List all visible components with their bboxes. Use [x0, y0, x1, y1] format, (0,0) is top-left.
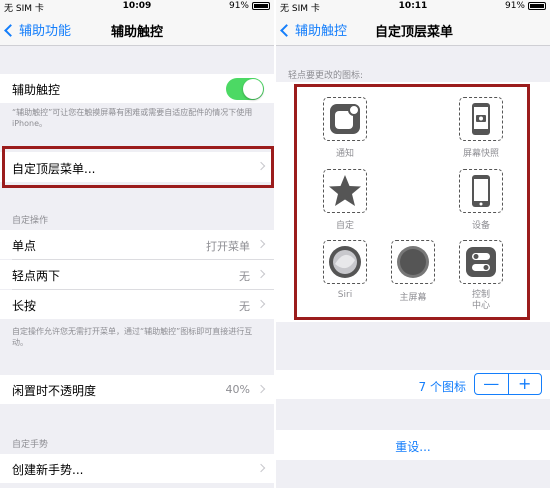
assistive-touch-toggle[interactable]: [226, 78, 264, 100]
assistive-touch-row: 辅助触控: [0, 74, 274, 103]
create-gesture-row[interactable]: 创建新手势...: [0, 454, 274, 483]
page-title: 自定顶层菜单: [374, 25, 453, 40]
reset-button[interactable]: 重设...: [276, 438, 550, 455]
idle-opacity-row[interactable]: 闲置时不透明度 40%: [0, 375, 274, 404]
chevron-right-icon: [256, 299, 266, 309]
icon-count-stepper[interactable]: — +: [474, 373, 542, 395]
single-tap-label: 单点: [12, 239, 37, 253]
status-bar: 无 SIM 卡 10:09 91%: [0, 0, 274, 14]
icon-count-label: 7 个图标: [418, 380, 466, 394]
chevron-right-icon: [256, 384, 266, 394]
battery-icon: [252, 2, 270, 10]
chevron-left-icon: [4, 23, 17, 37]
back-label: 辅助功能: [19, 24, 72, 39]
status-right: 91%: [229, 1, 270, 11]
custom-actions-header: 自定操作: [12, 216, 49, 226]
chevron-right-icon: [256, 269, 266, 279]
nav-bar: 辅助功能 辅助触控: [0, 14, 274, 46]
status-right: 91%: [505, 1, 546, 11]
highlight-box: [294, 84, 530, 320]
assistive-touch-screen: 无 SIM 卡 10:09 91% 辅助功能 辅助触控 辅助触控 “辅助触控”可…: [0, 0, 274, 488]
battery-percent: 91%: [228, 1, 249, 11]
double-tap-label: 轻点两下: [12, 269, 61, 283]
long-press-value: 无: [239, 300, 250, 313]
double-tap-row[interactable]: 轻点两下 无: [0, 260, 274, 289]
back-button[interactable]: 辅助触控: [280, 20, 348, 39]
hint-text: 轻点要更改的图标:: [288, 71, 364, 81]
double-tap-value: 无: [239, 270, 250, 283]
create-gesture-label: 创建新手势...: [12, 463, 84, 477]
single-tap-value: 打开菜单: [206, 240, 250, 253]
status-bar: 无 SIM 卡 10:11 91%: [276, 0, 550, 14]
page-title: 辅助触控: [110, 25, 163, 40]
chevron-right-icon: [256, 239, 266, 249]
increment-button[interactable]: +: [509, 374, 542, 394]
battery-percent: 91%: [504, 1, 525, 11]
idle-opacity-value: 40%: [225, 383, 250, 396]
custom-gestures-header: 自定手势: [12, 440, 49, 450]
reset-row[interactable]: 重设...: [276, 430, 550, 460]
custom-actions-footnote: 自定操作允许您无需打开菜单，通过“辅助触控”图标即可直接进行互动。: [12, 327, 253, 347]
single-tap-row[interactable]: 单点 打开菜单: [0, 230, 274, 259]
long-press-label: 长按: [12, 299, 37, 313]
back-button[interactable]: 辅助功能: [4, 20, 72, 39]
assistive-touch-footnote: “辅助触控”可让您在触摸屏幕有困难或需要自适应配件的情况下使用 iPhone。: [12, 108, 253, 128]
idle-opacity-label: 闲置时不透明度: [12, 384, 97, 398]
chevron-left-icon: [280, 23, 293, 37]
decrement-button[interactable]: —: [475, 374, 509, 394]
chevron-right-icon: [256, 463, 266, 473]
assistive-touch-label: 辅助触控: [12, 83, 61, 97]
highlight-box: [2, 146, 274, 188]
battery-icon: [528, 2, 546, 10]
customize-top-menu-screen: 无 SIM 卡 10:11 91% 辅助触控 自定顶层菜单 轻点要更改的图标: …: [276, 0, 550, 488]
long-press-row[interactable]: 长按 无: [0, 290, 274, 319]
nav-bar: 辅助触控 自定顶层菜单: [276, 14, 550, 46]
back-label: 辅助触控: [295, 24, 348, 39]
